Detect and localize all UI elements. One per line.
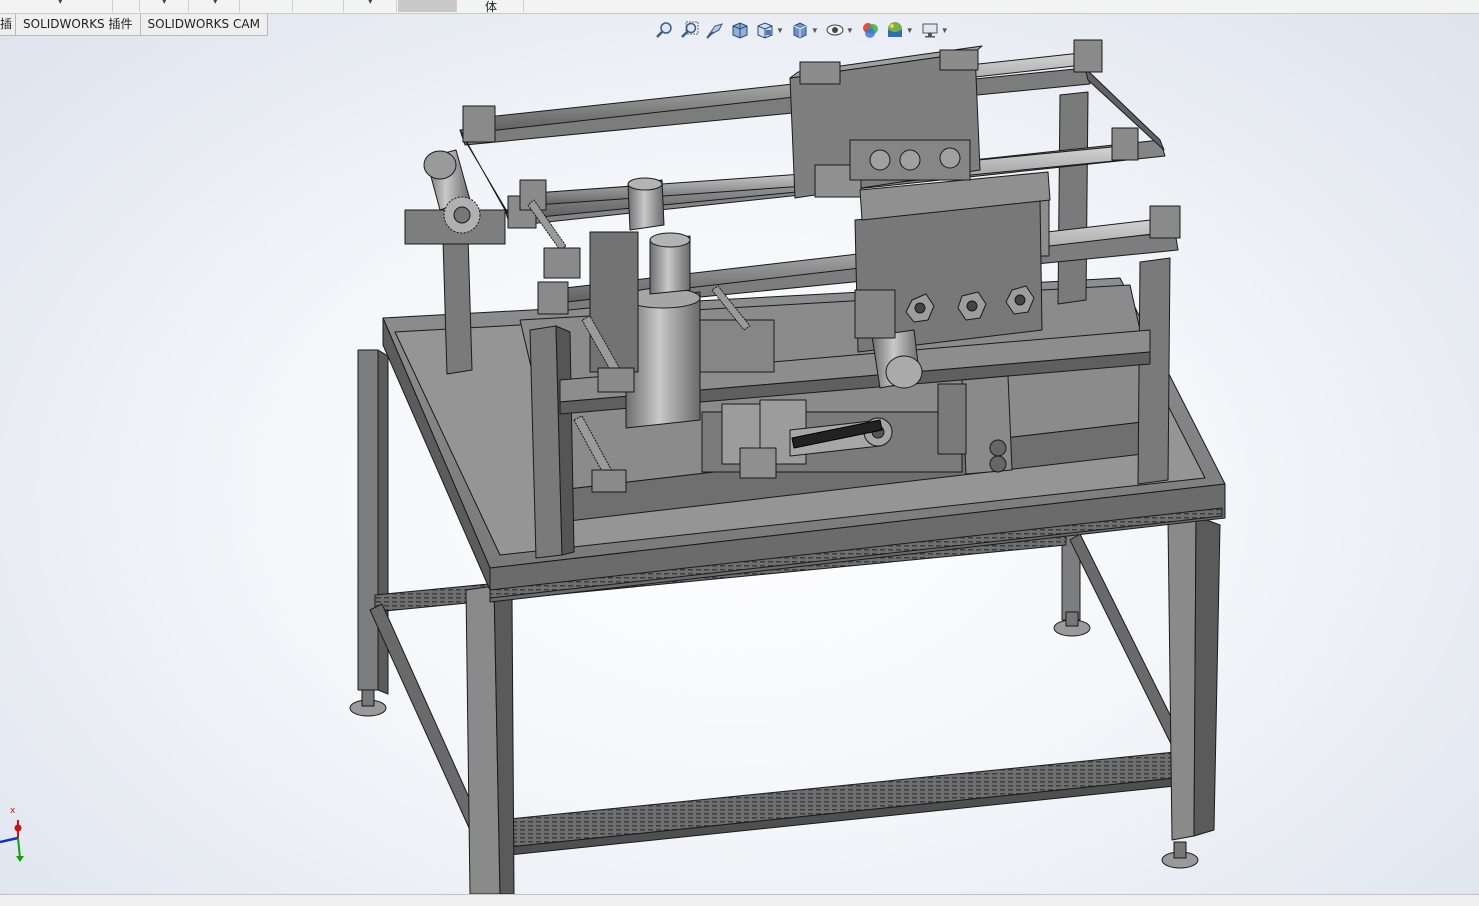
ribbon-segment[interactable]: ▾	[344, 0, 397, 12]
ribbon-strip: ▾ ▾ ▾ ▾ 体	[0, 0, 1479, 14]
coordinate-triad: x	[0, 806, 40, 868]
chevron-down-icon[interactable]: ▾	[213, 0, 218, 7]
ribbon-segment[interactable]	[293, 0, 344, 12]
chevron-down-icon[interactable]: ▾	[58, 0, 63, 7]
chevron-down-icon[interactable]: ▾	[162, 0, 167, 7]
ribbon-segment[interactable]	[240, 0, 293, 12]
ribbon-segment[interactable]: ▾	[189, 0, 240, 12]
chevron-down-icon[interactable]: ▼	[776, 26, 784, 35]
chevron-down-icon[interactable]: ▼	[906, 26, 914, 35]
machine-assembly-model[interactable]	[0, 36, 1479, 895]
triad-axes-icon	[0, 820, 24, 862]
tab-solidworks-cam[interactable]: SOLIDWORKS CAM	[140, 14, 268, 36]
chevron-down-icon[interactable]: ▼	[846, 26, 854, 35]
ribbon-segment[interactable]	[113, 0, 140, 12]
status-bar	[0, 894, 1479, 906]
ribbon-segment[interactable]: ▾	[0, 0, 113, 12]
command-manager-tabs: 插 SOLIDWORKS 插件 SOLIDWORKS CAM	[0, 14, 268, 36]
ribbon-segment-active[interactable]	[398, 0, 457, 12]
tab-solidworks-addins[interactable]: SOLIDWORKS 插件	[16, 14, 141, 36]
ribbon-segment[interactable]: ▾	[140, 0, 189, 12]
chevron-down-icon[interactable]: ▼	[941, 26, 949, 35]
chevron-down-icon[interactable]: ▾	[368, 0, 373, 7]
tab-addins-truncated[interactable]: 插	[0, 14, 17, 36]
graphics-area[interactable]	[0, 36, 1479, 895]
chevron-down-icon[interactable]: ▼	[811, 26, 819, 35]
ribbon-body-label: 体	[485, 0, 498, 14]
